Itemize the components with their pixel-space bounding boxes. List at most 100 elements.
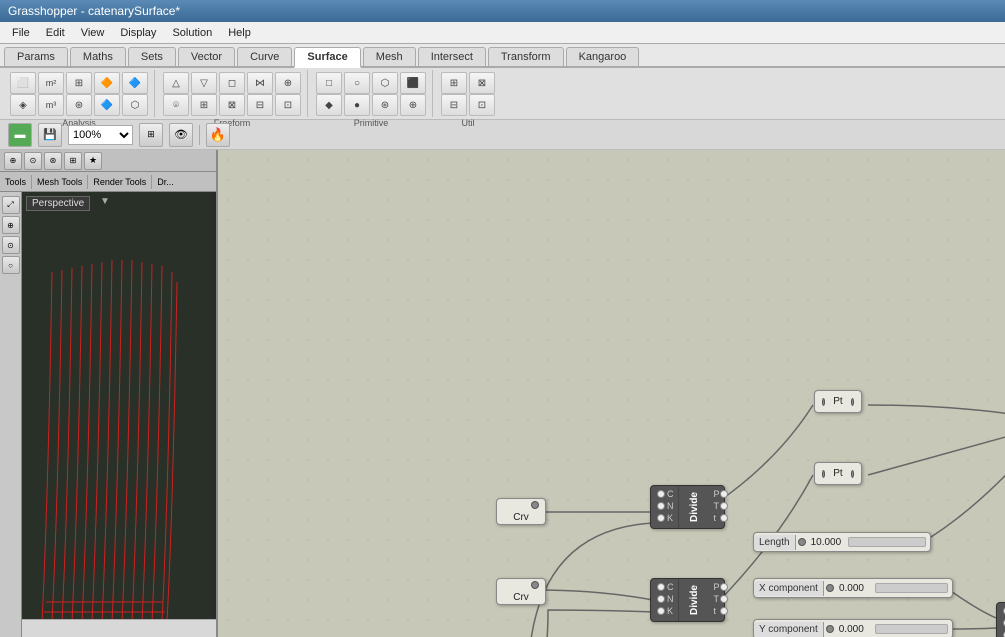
group-label-primitive: Primitive — [354, 118, 389, 128]
tb-prim-3[interactable]: ⬡ — [372, 72, 398, 94]
tb-ff-6[interactable]: ⌾ — [163, 94, 189, 116]
rhino-side-2[interactable]: ⊕ — [2, 216, 20, 234]
rhino-tb-2[interactable]: ⊙ — [24, 152, 42, 170]
tb-ff-2[interactable]: ▽ — [191, 72, 217, 94]
viewport-dropdown-btn[interactable]: ▼ — [100, 196, 110, 207]
xcomp-dot — [826, 584, 834, 592]
divide1-label: Divide — [683, 490, 706, 524]
tb-prim-4[interactable]: ⬛ — [400, 72, 426, 94]
menu-help[interactable]: Help — [220, 25, 259, 41]
rhino-tb-5[interactable]: ★ — [84, 152, 102, 170]
tab-params[interactable]: Params — [4, 47, 68, 66]
tb-btn-m3[interactable]: m³ — [38, 94, 64, 116]
xcomp-bar[interactable] — [875, 583, 948, 593]
tb-btn-6[interactable]: ⊛ — [66, 94, 92, 116]
length-bar[interactable] — [848, 537, 926, 547]
tb-ff-10[interactable]: ⊡ — [275, 94, 301, 116]
node-divide2[interactable]: C N K Divide P T t — [650, 578, 725, 622]
node-divide1[interactable]: C N K Divide P T t — [650, 485, 725, 529]
tab-maths[interactable]: Maths — [70, 47, 126, 66]
eye-btn[interactable]: 👁 — [169, 123, 193, 147]
rhino-tb-3[interactable]: ⊛ — [44, 152, 62, 170]
tb-ff-8[interactable]: ⊠ — [219, 94, 245, 116]
node-pt1[interactable]: Pt — [814, 390, 862, 413]
port-pt1-in — [822, 398, 825, 406]
port-divide2-tl-out: t — [710, 605, 734, 617]
tb-prim-7[interactable]: ⊛ — [372, 94, 398, 116]
tb-ff-4[interactable]: ⋈ — [247, 72, 273, 94]
rhino-tab-render[interactable]: Render Tools — [88, 175, 152, 189]
tb-btn-m2[interactable]: m² — [38, 72, 64, 94]
node-xcomp[interactable]: X component 0.000 — [753, 578, 953, 598]
tb-ff-1[interactable]: △ — [163, 72, 189, 94]
tb-util-4[interactable]: ⊡ — [469, 94, 495, 116]
rhino-tab-tools[interactable]: Tools — [0, 175, 32, 189]
tab-intersect[interactable]: Intersect — [418, 47, 486, 66]
tab-sets[interactable]: Sets — [128, 47, 176, 66]
rhino-tab-dr[interactable]: Dr... — [152, 175, 179, 189]
node-vec[interactable]: X Y Z Vec V L — [996, 602, 1005, 637]
node-crv2[interactable]: Crv — [496, 578, 546, 605]
tb-btn-8[interactable]: ⬡ — [122, 94, 148, 116]
tb-ff-7[interactable]: ⊞ — [191, 94, 217, 116]
ycomp-label: Y component — [754, 622, 824, 637]
menu-view[interactable]: View — [73, 25, 113, 41]
tb-btn-5[interactable]: ◈ — [10, 94, 36, 116]
rhino-tab-mesh[interactable]: Mesh Tools — [32, 175, 88, 189]
tb-btn-4[interactable]: 🔷 — [122, 72, 148, 94]
node-length[interactable]: Length 10.000 — [753, 532, 931, 552]
toolbar-group-primitive: □ ○ ⬡ ⬛ ◆ ● ⊛ ⊕ Primitive — [310, 70, 433, 117]
tb-ff-3[interactable]: ◻ — [219, 72, 245, 94]
tb-util-2[interactable]: ⊠ — [469, 72, 495, 94]
tb-btn-7[interactable]: 🔷 — [94, 94, 120, 116]
tb-prim-1[interactable]: □ — [316, 72, 342, 94]
tb-btn-3[interactable]: 🔶 — [94, 72, 120, 94]
menu-edit[interactable]: Edit — [38, 25, 73, 41]
tb-ff-9[interactable]: ⊟ — [247, 94, 273, 116]
tab-vector[interactable]: Vector — [178, 47, 235, 66]
toolbar-group-util: ⊞ ⊠ ⊟ ⊡ Util — [435, 70, 501, 117]
flame-btn[interactable]: 🔥 — [206, 123, 230, 147]
crv1-label: Crv — [497, 511, 545, 524]
new-btn[interactable]: ▬ — [8, 123, 32, 147]
tab-surface[interactable]: Surface — [294, 47, 360, 68]
ycomp-value: 0.000 — [836, 623, 871, 636]
tb-util-1[interactable]: ⊞ — [441, 72, 467, 94]
tb-ff-5[interactable]: ⊕ — [275, 72, 301, 94]
port-divide2-p-out: P — [710, 581, 734, 593]
tb-prim-2[interactable]: ○ — [344, 72, 370, 94]
toolbar-group-freeform: △ ▽ ◻ ⋈ ⊕ ⌾ ⊞ ⊠ ⊟ ⊡ Freeform — [157, 70, 308, 117]
ycomp-bar[interactable] — [875, 624, 948, 634]
rhino-tb-1[interactable]: ⊕ — [4, 152, 22, 170]
tb-util-3[interactable]: ⊟ — [441, 94, 467, 116]
xcomp-value: 0.000 — [836, 582, 871, 595]
tb-prim-8[interactable]: ⊕ — [400, 94, 426, 116]
node-ycomp[interactable]: Y component 0.000 — [753, 619, 953, 637]
rhino-tb-4[interactable]: ⊞ — [64, 152, 82, 170]
tab-kangaroo[interactable]: Kangaroo — [566, 47, 640, 66]
tb-btn-2[interactable]: ⊞ — [66, 72, 92, 94]
tb-btn-1[interactable]: ⬜ — [10, 72, 36, 94]
main-area: ⊕ ⊙ ⊛ ⊞ ★ Tools Mesh Tools Render Tools … — [0, 150, 1005, 637]
viewport-statusbar — [0, 619, 216, 637]
viewport-label: Perspective — [26, 196, 90, 211]
save-btn[interactable]: 💾 — [38, 123, 62, 147]
tab-bar: Params Maths Sets Vector Curve Surface M… — [0, 44, 1005, 68]
tab-curve[interactable]: Curve — [237, 47, 292, 66]
node-canvas[interactable]: Crv Crv C N K Divide P T — [218, 150, 1005, 637]
menu-solution[interactable]: Solution — [164, 25, 220, 41]
rhino-side-1[interactable]: ⤢ — [2, 196, 20, 214]
node-pt2[interactable]: Pt — [814, 462, 862, 485]
menu-file[interactable]: File — [4, 25, 38, 41]
node-crv1[interactable]: Crv — [496, 498, 546, 525]
rhino-side-4[interactable]: ○ — [2, 256, 20, 274]
tb-prim-6[interactable]: ● — [344, 94, 370, 116]
tab-transform[interactable]: Transform — [488, 47, 564, 66]
menu-display[interactable]: Display — [112, 25, 164, 41]
zoom-select[interactable]: 100% 50% 75% 150% 200% — [68, 125, 133, 145]
tb-prim-5[interactable]: ◆ — [316, 94, 342, 116]
fit-btn[interactable]: ⊞ — [139, 123, 163, 147]
rhino-viewport: ⊕ ⊙ ⊛ ⊞ ★ Tools Mesh Tools Render Tools … — [0, 150, 218, 637]
rhino-side-3[interactable]: ⊙ — [2, 236, 20, 254]
tab-mesh[interactable]: Mesh — [363, 47, 416, 66]
